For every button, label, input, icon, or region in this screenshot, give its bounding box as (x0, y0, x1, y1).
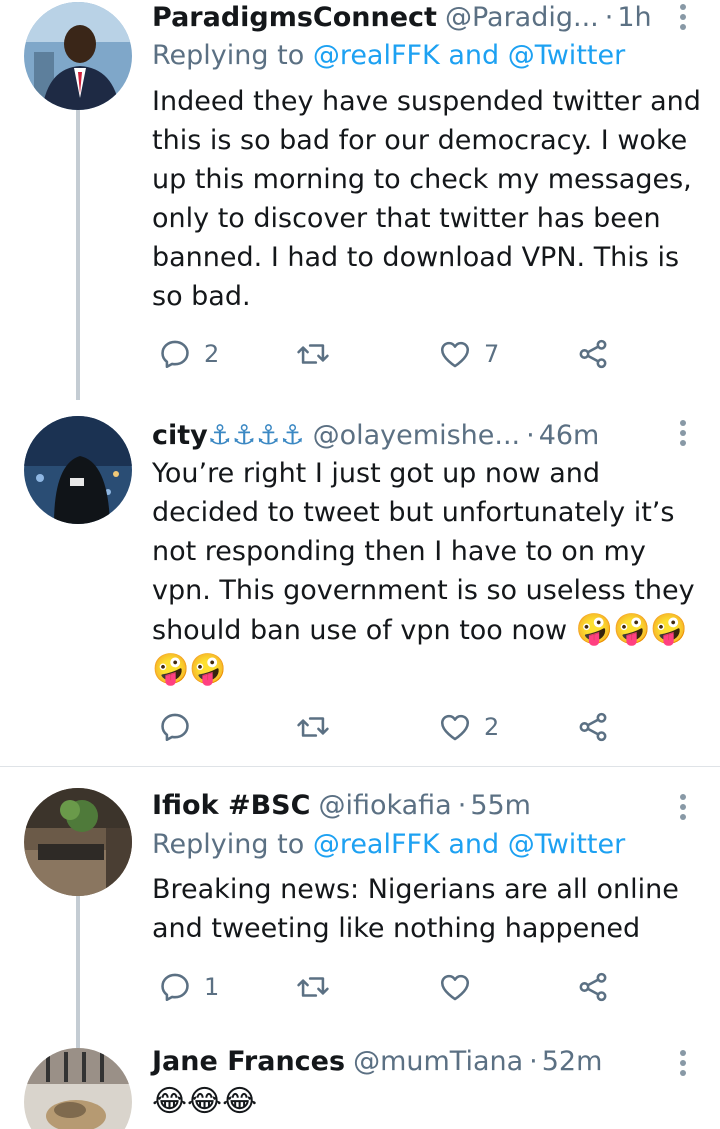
like-count: 2 (484, 713, 500, 741)
retweet-icon (297, 717, 329, 737)
retweet-button[interactable] (296, 709, 342, 745)
replying-to: Replying to @realFFK and @Twitter (152, 826, 625, 864)
share-button[interactable] (576, 336, 610, 372)
tweet-text: 😂😂😂 (152, 1082, 702, 1122)
more-icon[interactable] (680, 794, 686, 824)
avatar[interactable] (24, 1048, 132, 1129)
user-handle[interactable]: @Paradig... (445, 0, 599, 36)
display-name[interactable]: ParadigmsConnect (152, 0, 437, 36)
avatar[interactable] (24, 788, 132, 896)
tweet-actions: 2 (152, 709, 622, 745)
share-button[interactable] (576, 969, 610, 1005)
replying-to-prefix: Replying to (152, 40, 313, 71)
share-button[interactable] (576, 709, 610, 745)
user-handle[interactable]: @olayemishe... (313, 418, 521, 454)
tweet-timestamp[interactable]: 52m (542, 1046, 603, 1080)
reply-icon (161, 713, 189, 742)
tweet-actions: 1 (152, 969, 622, 1005)
tweet-text: Indeed they have suspended twitter and t… (152, 86, 701, 312)
retweet-button[interactable] (296, 969, 342, 1005)
display-name[interactable]: Ifiok #BSC (152, 788, 310, 824)
share-icon (579, 712, 607, 742)
replying-to-mentions[interactable]: @realFFK and @Twitter (313, 829, 625, 860)
tweet-timestamp[interactable]: 55m (470, 788, 531, 824)
share-icon (579, 339, 607, 369)
more-icon[interactable] (680, 420, 686, 450)
reply-icon (161, 340, 189, 369)
replying-to-mentions[interactable]: @realFFK and @Twitter (313, 40, 625, 71)
display-name[interactable]: city (152, 418, 208, 454)
separator-dot: · (526, 420, 535, 451)
tweet-text: Breaking news: Nigerians are all online … (152, 874, 679, 944)
separator-dot: · (604, 2, 614, 33)
retweet-icon (297, 977, 329, 997)
tweet-text: You’re right I just got up now and decid… (152, 454, 702, 690)
tweet[interactable]: Jane Frances @mumTiana · 52m 😂😂😂 (0, 1046, 720, 1129)
heart-icon (440, 714, 470, 741)
reply-button[interactable]: 2 (158, 336, 219, 372)
reply-icon (161, 973, 189, 1002)
heart-icon (440, 974, 470, 1001)
more-icon[interactable] (680, 1050, 686, 1080)
like-count: 7 (484, 340, 500, 368)
like-button[interactable] (438, 969, 484, 1005)
reply-count: 1 (204, 973, 220, 1001)
display-name-emoji: ⚓⚓⚓⚓ (207, 420, 305, 451)
tweet[interactable]: Ifiok #BSC @ifiokafia · 55m Replying to … (0, 786, 720, 1026)
separator-dot: · (457, 790, 467, 821)
display-name[interactable]: Jane Frances (152, 1046, 345, 1080)
reply-button[interactable]: 1 (158, 969, 219, 1005)
tweet-text-emoji: 😂😂😂 (152, 1084, 258, 1119)
share-icon (579, 972, 607, 1002)
separator-dot: · (529, 1046, 538, 1077)
more-icon[interactable] (680, 4, 686, 34)
reply-button[interactable] (158, 709, 204, 745)
user-handle[interactable]: @ifiokafia (318, 788, 451, 824)
tweet[interactable]: ParadigmsConnect @Paradig... · 1h Replyi… (0, 0, 720, 410)
tweet-actions: 2 7 (152, 336, 622, 372)
tweet[interactable]: city ⚓⚓⚓⚓ @olayemishe... · 46m You’re ri… (0, 416, 720, 766)
tweet-divider (0, 766, 720, 767)
avatar[interactable] (24, 2, 132, 110)
like-button[interactable]: 2 (438, 709, 499, 745)
tweet-timestamp[interactable]: 1h (617, 0, 651, 36)
replying-to: Replying to @realFFK and @Twitter (152, 37, 625, 75)
retweet-icon (297, 344, 329, 364)
user-handle[interactable]: @mumTiana (353, 1046, 523, 1080)
heart-icon (440, 341, 470, 368)
like-button[interactable]: 7 (438, 336, 499, 372)
retweet-button[interactable] (296, 336, 342, 372)
avatar[interactable] (24, 416, 132, 524)
replying-to-prefix: Replying to (152, 829, 313, 860)
reply-count: 2 (204, 340, 220, 368)
tweet-timestamp[interactable]: 46m (539, 418, 600, 454)
